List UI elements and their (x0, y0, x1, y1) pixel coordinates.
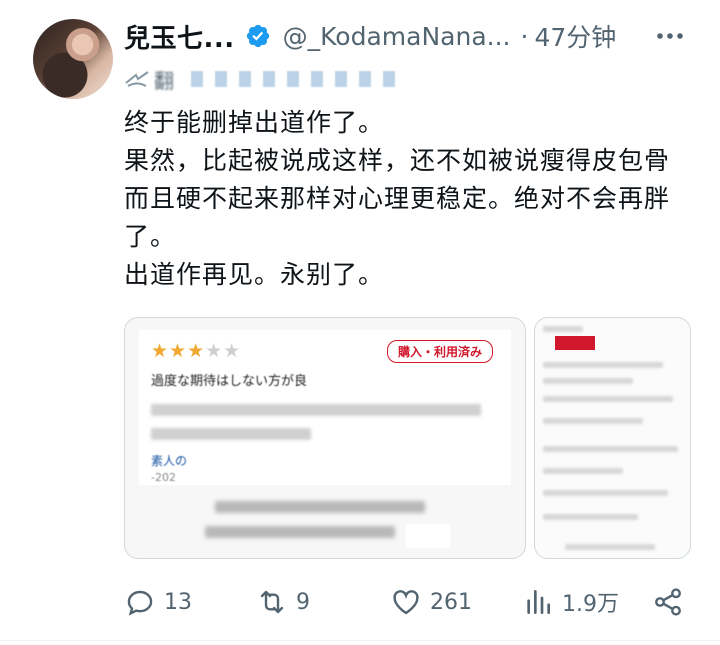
review-title: 過度な期待はしない方が良 (151, 374, 308, 389)
more-icon[interactable] (655, 26, 685, 46)
reply-icon (127, 590, 153, 616)
display-name[interactable]: 兒玉七... (124, 18, 235, 55)
blurred-text (543, 490, 668, 496)
red-label (555, 336, 595, 350)
tweet-header: 兒玉七... @_KodamaNana... · 47分钟 (124, 18, 616, 54)
blurred-text (543, 514, 638, 520)
views-button[interactable]: 1.9万 (522, 580, 619, 624)
blurred-text (191, 71, 395, 87)
blurred-text (543, 362, 663, 368)
blurred-text (543, 396, 673, 402)
review-line (151, 428, 311, 440)
views-count: 1.9万 (562, 592, 619, 617)
translate-label: 翻 (154, 68, 175, 93)
review-line (151, 404, 481, 416)
translate-row[interactable]: 翻 (124, 64, 395, 94)
review-date: -202 (151, 471, 176, 484)
user-handle[interactable]: @_KodamaNana... (283, 22, 511, 51)
tweet-time[interactable]: 47分钟 (534, 18, 616, 54)
action-bar: 13 9 261 1.9万 (0, 580, 720, 624)
like-count: 261 (430, 589, 472, 615)
verified-icon (245, 23, 271, 49)
blurred-text (543, 446, 678, 452)
tweet-text: 终于能删掉出道作了。 果然，比起被说成这样，还不如被说瘦得皮包骨而且硬不起来那样… (124, 108, 671, 289)
blurred-text (543, 326, 583, 332)
views-icon (527, 590, 550, 614)
avatar[interactable] (33, 19, 113, 99)
like-icon (393, 590, 419, 615)
purchase-badge: 購入・利用済み (386, 340, 493, 363)
like-button[interactable]: 261 (390, 580, 472, 624)
retweet-count: 9 (296, 589, 310, 615)
blurred-text (215, 501, 425, 513)
share-button[interactable] (652, 580, 684, 624)
blurred-text (565, 544, 655, 550)
star-rating: ★★★★★ (151, 340, 242, 362)
blurred-text (205, 526, 395, 538)
card-button (405, 524, 451, 548)
retweet-button[interactable]: 9 (256, 580, 310, 624)
time-separator: · (520, 21, 529, 51)
reply-button[interactable]: 13 (124, 580, 192, 624)
blurred-text (543, 468, 623, 474)
media-image-1[interactable]: ★★★★★ 購入・利用済み 過度な期待はしない方が良 素人の -202 (124, 317, 526, 559)
share-icon (655, 588, 681, 616)
divider (0, 640, 720, 641)
media-image-2[interactable] (534, 317, 691, 559)
review-card: ★★★★★ 購入・利用済み 過度な期待はしない方が良 素人の -202 (139, 330, 511, 485)
translate-icon (125, 71, 149, 87)
blurred-text (543, 418, 643, 424)
blurred-text (543, 378, 633, 384)
reply-count: 13 (164, 589, 192, 615)
retweet-icon (260, 590, 284, 614)
reviewer-name: 素人の (151, 454, 188, 468)
